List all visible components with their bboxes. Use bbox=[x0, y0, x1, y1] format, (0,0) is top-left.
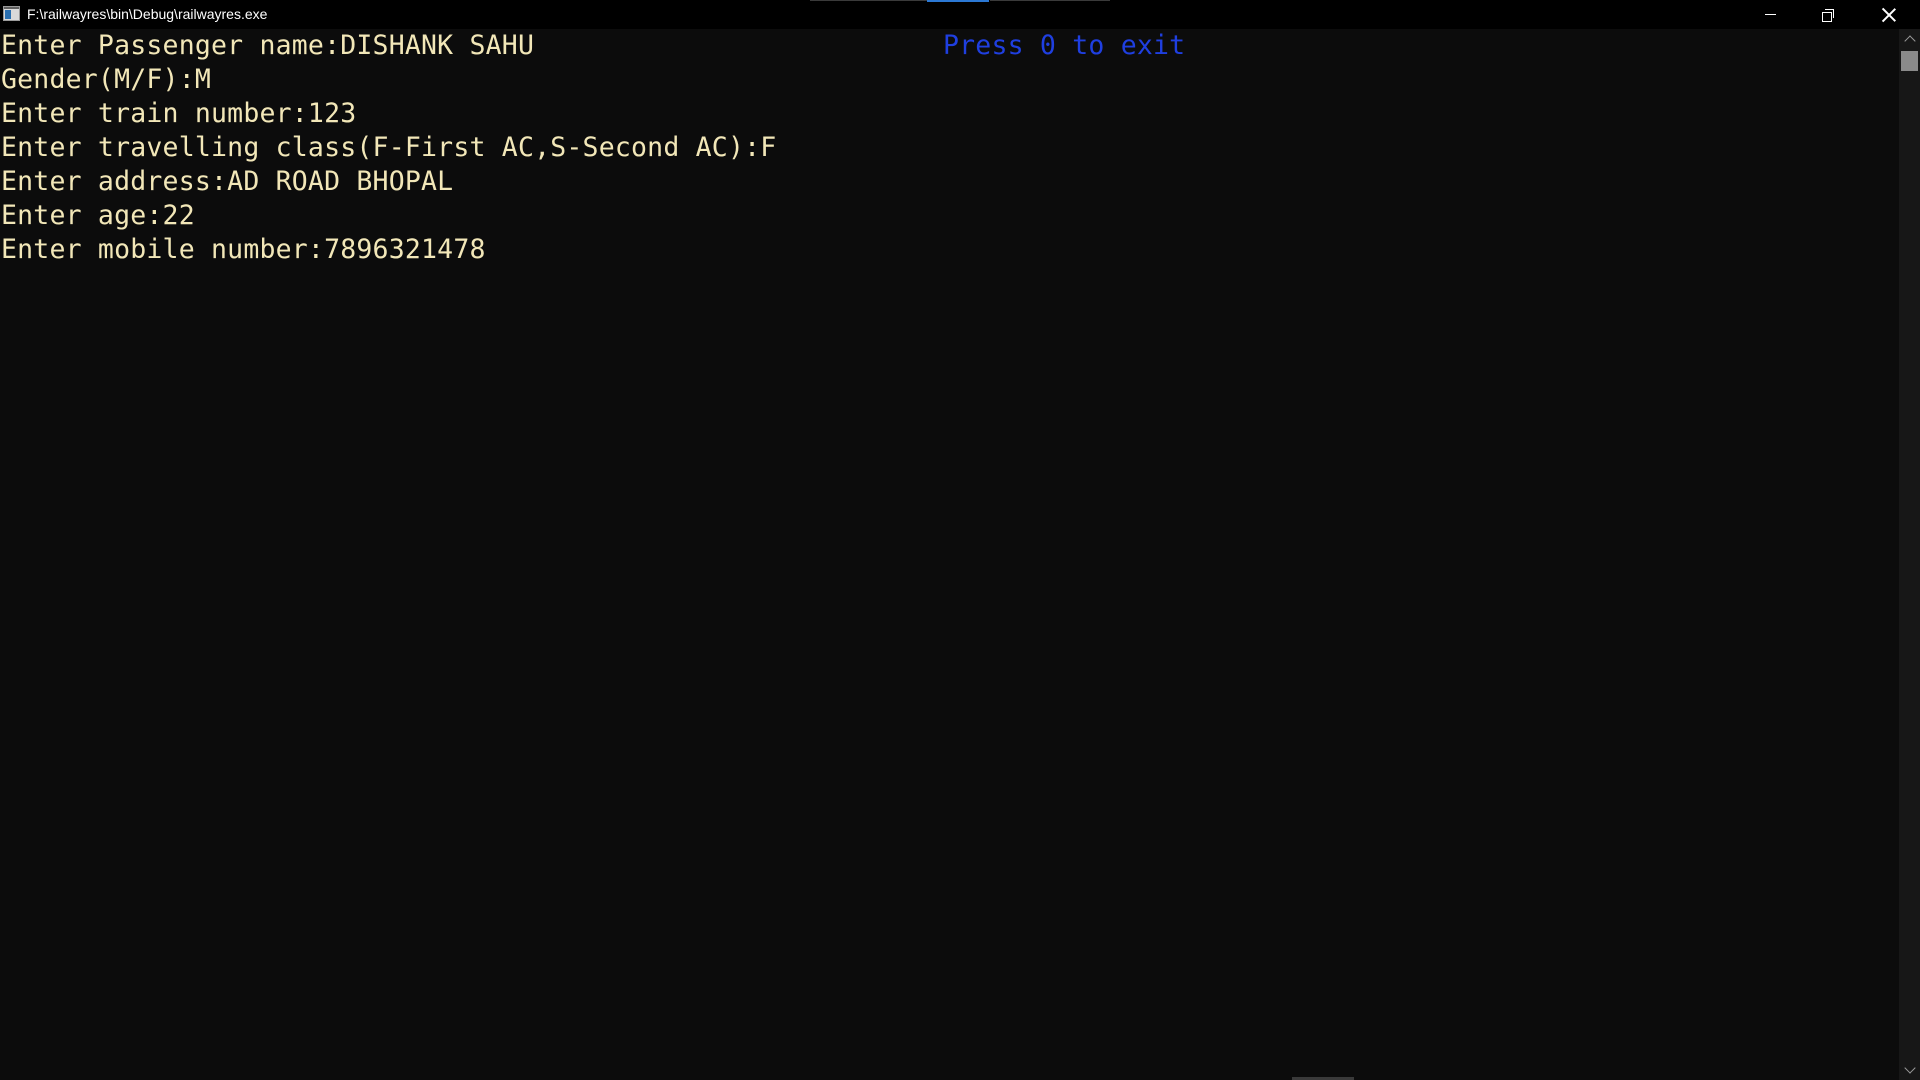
console-line-address: Enter address:AD ROAD BHOPAL bbox=[1, 166, 454, 197]
console-line-age: Enter age:22 bbox=[1, 200, 195, 231]
minimize-button[interactable] bbox=[1741, 0, 1799, 29]
window-title: F:\railwayres\bin\Debug\railwayres.exe bbox=[27, 6, 268, 22]
chevron-down-icon bbox=[1903, 1062, 1916, 1074]
restore-button[interactable] bbox=[1799, 0, 1857, 29]
console-app-icon[interactable] bbox=[3, 6, 20, 21]
close-button[interactable] bbox=[1857, 0, 1920, 29]
scroll-down-button[interactable] bbox=[1899, 1060, 1920, 1080]
scroll-up-button[interactable] bbox=[1899, 29, 1920, 49]
scroll-thumb[interactable] bbox=[1901, 51, 1918, 71]
title-divider bbox=[810, 0, 928, 1]
console-line-mobile-number: Enter mobile number:7896321478 bbox=[1, 234, 486, 265]
minimize-icon bbox=[1764, 14, 1776, 15]
vertical-scrollbar[interactable] bbox=[1899, 29, 1920, 1080]
title-divider bbox=[990, 0, 1110, 1]
console-line-passenger-name: Enter Passenger name:DISHANK SAHU bbox=[1, 30, 535, 61]
close-icon bbox=[1882, 8, 1896, 22]
console-window: F:\railwayres\bin\Debug\railwayres.exe E… bbox=[0, 0, 1920, 1080]
title-bar[interactable]: F:\railwayres\bin\Debug\railwayres.exe bbox=[0, 0, 1920, 29]
console-line-train-number: Enter train number:123 bbox=[1, 98, 357, 129]
console-line-travelling-class: Enter travelling class(F-First AC,S-Seco… bbox=[1, 132, 777, 163]
chevron-up-icon bbox=[1903, 35, 1916, 47]
exit-hint: Press 0 to exit bbox=[943, 30, 1186, 61]
restore-icon bbox=[1822, 8, 1834, 22]
console-line-gender: Gender(M/F):M bbox=[1, 64, 212, 95]
title-focus-indicator bbox=[927, 0, 989, 2]
console-output[interactable]: Enter Passenger name:DISHANK SAHU Gender… bbox=[0, 29, 1899, 1080]
